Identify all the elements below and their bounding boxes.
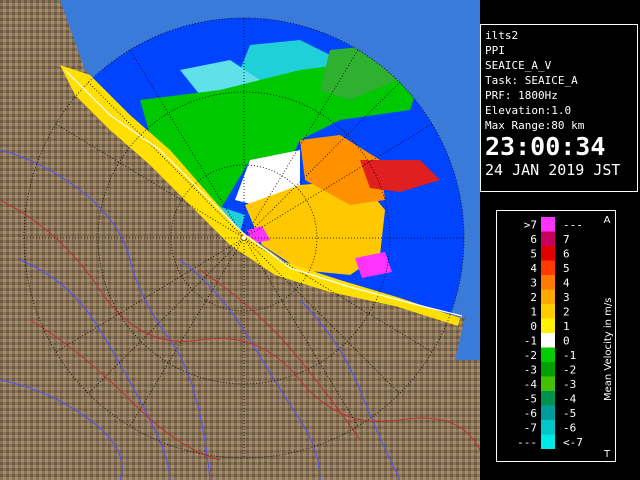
legend-corner-top: A	[604, 215, 611, 226]
scan-mode: PPI	[485, 44, 505, 57]
legend-label-right: -2	[563, 364, 576, 377]
radar-site-icon	[242, 236, 246, 240]
scan-date: 24 JAN 2019 JST	[485, 161, 621, 179]
legend-label-right: ---	[563, 219, 583, 232]
legend-color-bin	[541, 347, 555, 362]
legend-label-left: -2	[524, 349, 537, 362]
legend-label-left: 1	[530, 306, 537, 319]
legend-label-right: -4	[563, 393, 577, 406]
legend-color-bin	[541, 333, 555, 348]
legend-color-bin	[541, 420, 555, 435]
legend-label-right: 5	[563, 262, 570, 275]
legend-color-bin	[541, 231, 555, 246]
legend-color-bin	[541, 362, 555, 377]
legend-label-left: 3	[530, 277, 537, 290]
radar-name: ilts2	[485, 29, 519, 42]
max-range-value: Max Range:80 km	[485, 119, 585, 132]
legend-label-left: >7	[524, 219, 537, 232]
legend-color-bin	[541, 376, 555, 391]
legend-label-left: 4	[530, 262, 537, 275]
legend-label-right: 2	[563, 306, 570, 319]
legend-color-bin	[541, 217, 555, 232]
radar-ppi-display	[0, 0, 480, 480]
legend-label-left: 6	[530, 233, 537, 246]
product-name: SEAICE_A_V	[485, 59, 552, 72]
legend-label-right: 1	[563, 320, 570, 333]
legend-title: Mean Velocity in m/s	[603, 298, 614, 401]
legend-label-right: -3	[563, 378, 576, 391]
legend-label-left: 0	[530, 320, 537, 333]
legend-label-left: -5	[524, 393, 537, 406]
legend-label-right: 0	[563, 335, 570, 348]
elevation-value: Elevation:1.0	[485, 104, 572, 117]
legend-color-bin	[541, 260, 555, 275]
legend-label-left: 2	[530, 291, 537, 304]
velocity-legend: >7 --- 6 7 5 6 4 5 3 4 2 3 1 2 0 1 -1 0 -2 -1 -3 -2 -4 -3 -5 -4 -6…	[496, 210, 616, 462]
legend-label-right: -5	[563, 407, 576, 420]
radar-info-panel: ilts2 PPI SEAICE_A_V Task: SEAICE_A PRF:…	[480, 24, 638, 192]
legend-color-bin	[541, 246, 555, 261]
scan-time: 23:00:34	[485, 132, 606, 161]
legend-color-bin	[541, 275, 555, 290]
legend-color-bin	[541, 405, 555, 420]
legend-label-right: 3	[563, 291, 570, 304]
legend-label-right: 4	[563, 277, 570, 290]
legend-label-right: -6	[563, 422, 576, 435]
legend-label-right: 7	[563, 233, 570, 246]
legend-label-right: <-7	[563, 436, 583, 449]
legend-color-bin	[541, 318, 555, 333]
legend-label-left: ---	[517, 436, 537, 449]
legend-color-bin	[541, 391, 555, 406]
legend-label-left: -1	[524, 335, 537, 348]
legend-label-left: -3	[524, 364, 537, 377]
task-name: Task: SEAICE_A	[485, 74, 578, 87]
legend-color-bin	[541, 289, 555, 304]
legend-label-right: -1	[563, 349, 576, 362]
legend-label-left: -6	[524, 407, 537, 420]
legend-color-bin	[541, 434, 555, 449]
legend-color-bin	[541, 304, 555, 319]
legend-label-left: -7	[524, 422, 537, 435]
legend-corner-bottom: T	[603, 449, 611, 460]
legend-label-right: 6	[563, 248, 570, 261]
legend-label-left: -4	[524, 378, 538, 391]
legend-label-left: 5	[530, 248, 537, 261]
prf-value: PRF: 1800Hz	[485, 89, 558, 102]
